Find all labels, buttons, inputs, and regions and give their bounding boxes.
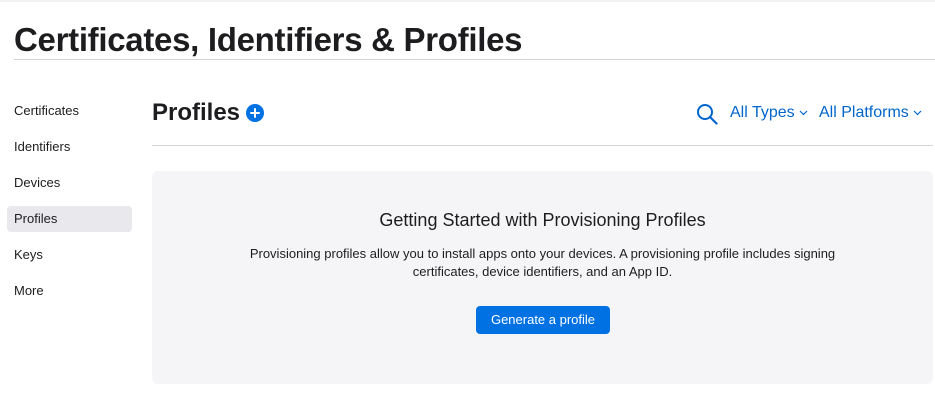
plus-circle-icon[interactable]	[246, 104, 264, 122]
sidebar: Certificates Identifiers Devices Profile…	[7, 98, 132, 314]
description-line-2: certificates, device identifiers, and an…	[412, 264, 673, 279]
sidebar-item-devices[interactable]: Devices	[7, 170, 132, 196]
section-title: Profiles	[152, 99, 241, 126]
top-border	[0, 0, 935, 2]
type-filter-dropdown[interactable]: All Types	[730, 102, 808, 124]
chevron-down-icon	[913, 110, 922, 116]
sidebar-item-identifiers[interactable]: Identifiers	[7, 134, 132, 160]
empty-state-panel: Getting Started with Provisioning Profil…	[152, 171, 933, 384]
platform-filter-label: All Platforms	[819, 104, 909, 121]
empty-state-description: Provisioning profiles allow you to insta…	[222, 245, 863, 281]
search-icon[interactable]	[696, 103, 718, 125]
sidebar-item-profiles[interactable]: Profiles	[7, 206, 132, 232]
sidebar-item-certificates[interactable]: Certificates	[7, 98, 132, 124]
platform-filter-dropdown[interactable]: All Platforms	[819, 102, 922, 124]
chevron-down-icon	[799, 110, 808, 116]
type-filter-label: All Types	[730, 104, 795, 121]
header-divider	[152, 145, 933, 146]
page-title: Certificates, Identifiers & Profiles	[14, 21, 523, 58]
sidebar-item-keys[interactable]: Keys	[7, 242, 132, 268]
sidebar-item-more[interactable]: More	[7, 278, 132, 304]
description-line-1: Provisioning profiles allow you to insta…	[249, 246, 836, 261]
generate-profile-button[interactable]: Generate a profile	[476, 306, 610, 334]
empty-state-title: Getting Started with Provisioning Profil…	[379, 210, 706, 230]
title-divider	[14, 59, 935, 60]
